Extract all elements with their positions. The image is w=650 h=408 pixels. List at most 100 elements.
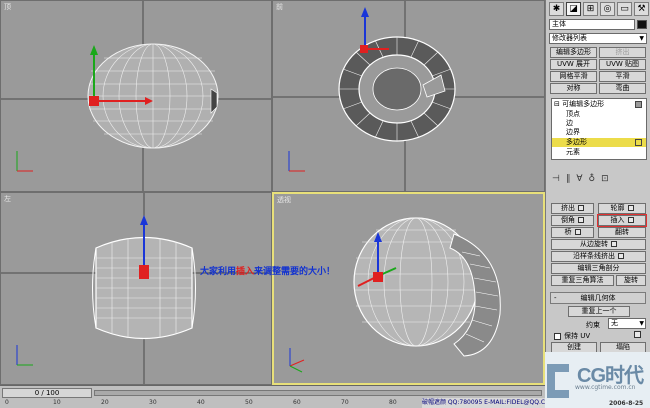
constraints-value: 无 — [611, 319, 618, 327]
inset-button[interactable]: 插入 — [597, 214, 647, 227]
viewport-front[interactable]: 前 — [272, 0, 545, 192]
flip-button[interactable]: 翻转 — [598, 227, 646, 238]
uvw-unwrap-button[interactable]: UVW 展开 — [550, 59, 597, 70]
modifier-list-label: 修改器列表 — [552, 34, 587, 42]
command-panel-tabs: ✱ ◪ ⊞ ◎ ▭ ⚒ — [549, 2, 649, 16]
object-name-field[interactable]: 主体 — [549, 19, 647, 30]
stack-item-editable-poly-label: 可编辑多边形 — [562, 100, 605, 108]
modifier-stack: ⊟ 可编辑多边形 顶点 边 边界 多边形 元素 — [551, 98, 647, 160]
meshsmooth-button[interactable]: 网格平滑 — [550, 71, 597, 82]
hinge-settings-icon[interactable] — [611, 241, 617, 247]
tick-label: 70 — [341, 399, 349, 406]
uvw-map-button[interactable]: UVW 贴图 — [599, 59, 646, 70]
command-panel: ✱ ◪ ⊞ ◎ ▭ ⚒ 主体 修改器列表 ▼ 编辑多边形 挤出 UVW 展开 U… — [545, 0, 650, 385]
object-color-swatch[interactable] — [637, 20, 647, 29]
display-tab-icon[interactable]: ▭ — [617, 2, 632, 16]
tick-label: 20 — [101, 399, 109, 406]
bridge-button[interactable]: 桥 — [551, 227, 594, 238]
tick-label: 60 — [293, 399, 301, 406]
constraints-select[interactable]: 无 ▼ — [608, 318, 646, 329]
extrude-modifier-button[interactable]: 挤出 — [599, 47, 646, 58]
extrude-settings-icon[interactable] — [578, 205, 584, 211]
stack-item-element[interactable]: 元素 — [552, 148, 646, 157]
inset-settings-icon[interactable] — [627, 217, 634, 223]
axis-tripod-left — [16, 345, 33, 366]
constraints-label: 约束 — [586, 321, 600, 329]
time-slider-track[interactable] — [94, 390, 542, 396]
logo-url: www.cgtime.com.cn — [575, 384, 636, 391]
stack-square-icon — [635, 101, 642, 108]
modify-tab-icon[interactable]: ◪ — [566, 2, 581, 16]
viewport-top[interactable]: 顶 — [0, 0, 272, 192]
tutorial-annotation: 大家利用插入来调整需要的大小！ — [200, 264, 335, 277]
viewport-top-canvas — [1, 1, 271, 191]
bevel-settings-icon[interactable] — [578, 217, 584, 223]
hierarchy-tab-icon[interactable]: ⊞ — [583, 2, 598, 16]
create-tab-icon[interactable]: ✱ — [549, 2, 564, 16]
edit-geometry-title: 编辑几何体 — [580, 294, 616, 302]
chevron-down-icon: ▼ — [639, 320, 644, 327]
tick-label: 40 — [197, 399, 205, 406]
remove-modifier-icon[interactable]: ♁ — [589, 174, 596, 184]
retriangulate-button[interactable]: 重复三角算法 — [551, 275, 614, 286]
preserve-uv-settings-icon[interactable] — [634, 331, 641, 338]
time-slider[interactable]: 0 / 100 — [2, 388, 92, 398]
collapse-icon: - — [554, 294, 557, 302]
edit-triangulation-button[interactable]: 编辑三角剖分 — [551, 263, 646, 274]
extrude-button[interactable]: 挤出 — [551, 203, 594, 214]
tick-label: 80 — [389, 399, 397, 406]
stack-item-polygon-label: 多边形 — [566, 138, 587, 146]
edit-poly-modifier-button[interactable]: 编辑多边形 — [550, 47, 597, 58]
extrude-spline-settings-icon[interactable] — [618, 253, 624, 259]
show-end-result-icon[interactable]: ∥ — [566, 174, 571, 184]
stack-item-edge[interactable]: 边 — [552, 119, 646, 128]
viewport-perspective[interactable]: 透视 — [272, 192, 545, 385]
checkbox-icon[interactable] — [554, 332, 561, 340]
hinge-button-label: 从边旋转 — [580, 240, 608, 248]
axis-tripod-top — [16, 151, 33, 172]
turn-button[interactable]: 旋转 — [616, 275, 646, 286]
axis-tripod-front — [288, 151, 305, 172]
motion-tab-icon[interactable]: ◎ — [600, 2, 615, 16]
configure-sets-icon[interactable]: ⊡ — [601, 174, 609, 184]
extrude-along-spline-button[interactable]: 沿样条线挤出 — [551, 251, 646, 262]
pin-stack-icon[interactable]: ⊣ — [552, 174, 560, 184]
outline-button[interactable]: 轮廓 — [598, 203, 646, 214]
annotation-text-highlight: 插入 — [236, 267, 255, 277]
bevel-button[interactable]: 倒角 — [551, 215, 594, 226]
preserve-uv-checkbox[interactable]: 保持 UV — [554, 331, 590, 341]
outline-settings-icon[interactable] — [627, 205, 634, 211]
symmetry-button[interactable]: 对称 — [550, 83, 597, 94]
preserve-uv-label: 保持 UV — [564, 332, 591, 340]
logo-mark-icon — [547, 364, 569, 398]
annotation-text-after: 来调整需要的大小！ — [254, 267, 336, 277]
bend-button[interactable]: 弯曲 — [599, 83, 646, 94]
extrude-button-label: 挤出 — [561, 204, 575, 212]
viewport-left-canvas — [1, 193, 271, 384]
stack-item-border[interactable]: 边界 — [552, 128, 646, 137]
inset-button-label: 插入 — [610, 216, 625, 224]
tick-label: 30 — [149, 399, 157, 406]
cgtime-logo: CG时代 www.cgtime.com.cn 2006-8-25 — [545, 352, 650, 408]
viewport-left[interactable]: 左 — [0, 192, 272, 385]
stack-item-editable-poly[interactable]: ⊟ 可编辑多边形 — [552, 100, 646, 109]
stack-item-polygon[interactable]: 多边形 — [552, 138, 646, 147]
object-name-value: 主体 — [552, 20, 566, 28]
tick-label: 0 — [5, 399, 9, 406]
modifier-list-dropdown[interactable]: 修改器列表 ▼ — [549, 33, 647, 44]
stack-item-vertex[interactable]: 顶点 — [552, 110, 646, 119]
author-info: 破帽遮颜 QQ:780095 E-MAIL:FIDEL@QQ.COM — [422, 398, 545, 408]
bridge-settings-icon[interactable] — [574, 229, 581, 235]
stack-square-icon — [635, 139, 642, 146]
repeat-last-button[interactable]: 重复上一个 — [568, 306, 630, 317]
bridge-button-label: 桥 — [564, 228, 572, 236]
make-unique-icon[interactable]: ∀ — [576, 174, 582, 184]
utilities-tab-icon[interactable]: ⚒ — [634, 2, 649, 16]
hinge-from-edge-button[interactable]: 从边旋转 — [551, 239, 646, 250]
ring-mesh-front — [338, 36, 456, 142]
tick-label: 50 — [245, 399, 253, 406]
smooth-button[interactable]: 平滑 — [599, 71, 646, 82]
outline-button-label: 轮廓 — [610, 204, 625, 212]
bevel-button-label: 倒角 — [561, 216, 575, 224]
edit-geometry-rollout[interactable]: - 编辑几何体 — [550, 292, 646, 304]
